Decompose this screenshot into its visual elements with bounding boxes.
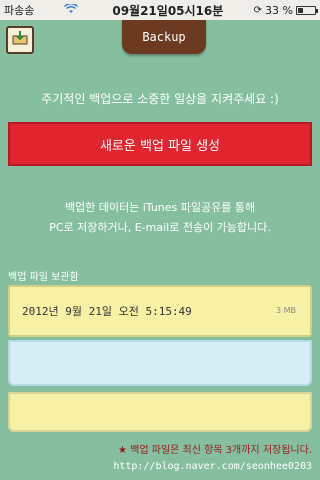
backup-slot-3[interactable] — [8, 392, 312, 432]
battery-percent: 33 % — [265, 3, 293, 17]
tray-download-icon — [11, 30, 29, 50]
description-line-2: PC로 저장하거나, E-mail로 전송이 가능합니다. — [49, 221, 271, 234]
backup-date: 2012년 9월 21일 오전 5:15:49 — [22, 305, 192, 318]
wifi-icon — [63, 2, 82, 17]
description: 백업한 데이터는 iTunes 파일공유를 통해 PC로 저장하거나, E-ma… — [10, 198, 310, 238]
backup-slot-2[interactable] — [8, 340, 312, 386]
page-title: Backup — [122, 20, 206, 54]
carrier-label: 파송송 — [4, 4, 35, 17]
backup-slot-1[interactable]: 2012년 9월 21일 오전 5:15:49 3 MB — [8, 285, 312, 337]
hint-text: 주기적인 백업으로 소중한 일상을 지켜주세요 :) — [41, 92, 279, 106]
footer-note: ★ 백업 파일은 최신 항목 3개까지 저장됩니다. — [118, 445, 312, 456]
rotation-lock-icon: ⟳ — [253, 4, 263, 16]
status-time: 09월21일05시16분 — [112, 3, 224, 18]
section-label: 백업 파일 보관함 — [8, 272, 79, 283]
create-backup-label: 새로운 백업 파일 생성 — [99, 138, 221, 154]
tray-download-button[interactable] — [6, 26, 34, 54]
description-line-1: 백업한 데이터는 iTunes 파일공유를 통해 — [64, 201, 256, 214]
create-backup-button[interactable]: 새로운 백업 파일 생성 — [8, 122, 312, 166]
battery-icon — [296, 5, 318, 15]
status-bar: 파송송 09월21일05시16분 ⟳ 33 % — [0, 0, 320, 20]
backup-size: 3 MB — [275, 306, 296, 315]
footer-url[interactable]: http://blog.naver.com/seonhee0203 — [113, 461, 312, 472]
